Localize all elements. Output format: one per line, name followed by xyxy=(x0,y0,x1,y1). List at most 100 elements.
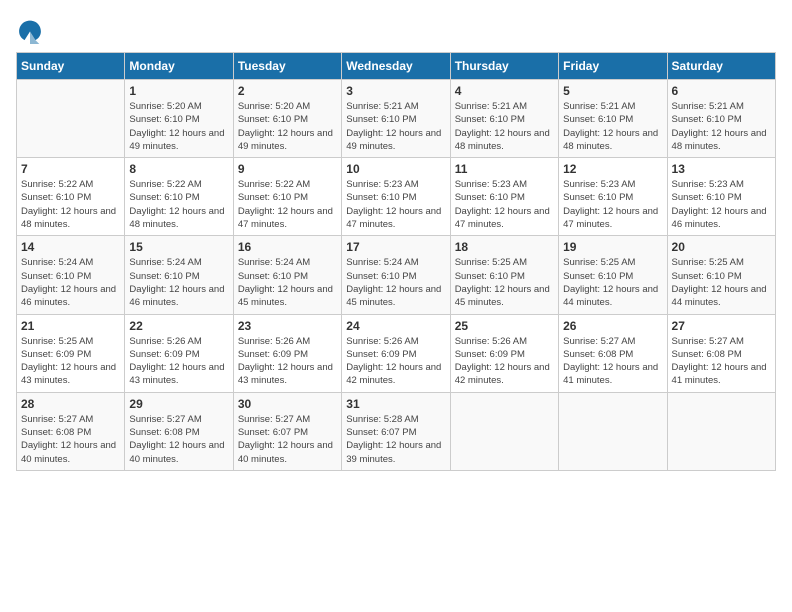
col-saturday: Saturday xyxy=(667,53,775,80)
calendar-cell: 3 Sunrise: 5:21 AM Sunset: 6:10 PM Daylig… xyxy=(342,80,450,158)
day-number: 12 xyxy=(563,162,662,176)
cell-info: Sunrise: 5:23 AM Sunset: 6:10 PM Dayligh… xyxy=(672,178,771,231)
calendar-table: Sunday Monday Tuesday Wednesday Thursday… xyxy=(16,52,776,471)
calendar-cell: 23 Sunrise: 5:26 AM Sunset: 6:09 PM Dayli… xyxy=(233,314,341,392)
cell-info: Sunrise: 5:21 AM Sunset: 6:10 PM Dayligh… xyxy=(346,100,445,153)
cell-info: Sunrise: 5:28 AM Sunset: 6:07 PM Dayligh… xyxy=(346,413,445,466)
calendar-cell: 14 Sunrise: 5:24 AM Sunset: 6:10 PM Dayli… xyxy=(17,236,125,314)
cell-info: Sunrise: 5:27 AM Sunset: 6:08 PM Dayligh… xyxy=(672,335,771,388)
calendar-row: 21 Sunrise: 5:25 AM Sunset: 6:09 PM Dayli… xyxy=(17,314,776,392)
cell-info: Sunrise: 5:25 AM Sunset: 6:09 PM Dayligh… xyxy=(21,335,120,388)
cell-info: Sunrise: 5:24 AM Sunset: 6:10 PM Dayligh… xyxy=(238,256,337,309)
calendar-cell: 21 Sunrise: 5:25 AM Sunset: 6:09 PM Dayli… xyxy=(17,314,125,392)
day-number: 24 xyxy=(346,319,445,333)
day-number: 15 xyxy=(129,240,228,254)
day-number: 25 xyxy=(455,319,554,333)
calendar-cell: 24 Sunrise: 5:26 AM Sunset: 6:09 PM Dayli… xyxy=(342,314,450,392)
day-number: 1 xyxy=(129,84,228,98)
calendar-cell: 13 Sunrise: 5:23 AM Sunset: 6:10 PM Dayli… xyxy=(667,158,775,236)
cell-info: Sunrise: 5:23 AM Sunset: 6:10 PM Dayligh… xyxy=(346,178,445,231)
calendar-cell: 30 Sunrise: 5:27 AM Sunset: 6:07 PM Dayli… xyxy=(233,392,341,470)
col-tuesday: Tuesday xyxy=(233,53,341,80)
calendar-cell xyxy=(667,392,775,470)
day-number: 19 xyxy=(563,240,662,254)
calendar-row: 7Sunrise: 5:22 AM Sunset: 6:10 PM Daylig… xyxy=(17,158,776,236)
calendar-cell: 2 Sunrise: 5:20 AM Sunset: 6:10 PM Daylig… xyxy=(233,80,341,158)
header-row: Sunday Monday Tuesday Wednesday Thursday… xyxy=(17,53,776,80)
calendar-cell: 9 Sunrise: 5:22 AM Sunset: 6:10 PM Daylig… xyxy=(233,158,341,236)
calendar-cell: 6 Sunrise: 5:21 AM Sunset: 6:10 PM Daylig… xyxy=(667,80,775,158)
cell-info: Sunrise: 5:22 AM Sunset: 6:10 PM Dayligh… xyxy=(129,178,228,231)
day-number: 14 xyxy=(21,240,120,254)
calendar-row: 14 Sunrise: 5:24 AM Sunset: 6:10 PM Dayli… xyxy=(17,236,776,314)
calendar-cell: 12 Sunrise: 5:23 AM Sunset: 6:10 PM Dayli… xyxy=(559,158,667,236)
cell-info: Sunrise: 5:26 AM Sunset: 6:09 PM Dayligh… xyxy=(238,335,337,388)
calendar-cell: 4 Sunrise: 5:21 AM Sunset: 6:10 PM Daylig… xyxy=(450,80,558,158)
calendar-row: 28Sunrise: 5:27 AM Sunset: 6:08 PM Dayli… xyxy=(17,392,776,470)
day-number: 30 xyxy=(238,397,337,411)
calendar-cell: 5 Sunrise: 5:21 AM Sunset: 6:10 PM Daylig… xyxy=(559,80,667,158)
day-number: 11 xyxy=(455,162,554,176)
cell-info: Sunrise: 5:22 AM Sunset: 6:10 PM Dayligh… xyxy=(238,178,337,231)
cell-info: Sunrise: 5:26 AM Sunset: 6:09 PM Dayligh… xyxy=(346,335,445,388)
day-number: 23 xyxy=(238,319,337,333)
cell-info: Sunrise: 5:21 AM Sunset: 6:10 PM Dayligh… xyxy=(563,100,662,153)
calendar-cell xyxy=(17,80,125,158)
col-wednesday: Wednesday xyxy=(342,53,450,80)
calendar-cell: 7Sunrise: 5:22 AM Sunset: 6:10 PM Daylig… xyxy=(17,158,125,236)
cell-info: Sunrise: 5:27 AM Sunset: 6:07 PM Dayligh… xyxy=(238,413,337,466)
col-thursday: Thursday xyxy=(450,53,558,80)
day-number: 29 xyxy=(129,397,228,411)
day-number: 20 xyxy=(672,240,771,254)
calendar-cell: 22Sunrise: 5:26 AM Sunset: 6:09 PM Dayli… xyxy=(125,314,233,392)
page-header xyxy=(16,16,776,44)
cell-info: Sunrise: 5:24 AM Sunset: 6:10 PM Dayligh… xyxy=(21,256,120,309)
logo-icon xyxy=(16,16,44,44)
day-number: 17 xyxy=(346,240,445,254)
cell-info: Sunrise: 5:21 AM Sunset: 6:10 PM Dayligh… xyxy=(672,100,771,153)
cell-info: Sunrise: 5:24 AM Sunset: 6:10 PM Dayligh… xyxy=(129,256,228,309)
cell-info: Sunrise: 5:26 AM Sunset: 6:09 PM Dayligh… xyxy=(455,335,554,388)
day-number: 10 xyxy=(346,162,445,176)
day-number: 31 xyxy=(346,397,445,411)
calendar-cell: 31 Sunrise: 5:28 AM Sunset: 6:07 PM Dayli… xyxy=(342,392,450,470)
day-number: 8 xyxy=(129,162,228,176)
cell-info: Sunrise: 5:27 AM Sunset: 6:08 PM Dayligh… xyxy=(21,413,120,466)
calendar-cell xyxy=(559,392,667,470)
day-number: 4 xyxy=(455,84,554,98)
cell-info: Sunrise: 5:20 AM Sunset: 6:10 PM Dayligh… xyxy=(129,100,228,153)
calendar-cell: 27Sunrise: 5:27 AM Sunset: 6:08 PM Dayli… xyxy=(667,314,775,392)
cell-info: Sunrise: 5:21 AM Sunset: 6:10 PM Dayligh… xyxy=(455,100,554,153)
day-number: 5 xyxy=(563,84,662,98)
cell-info: Sunrise: 5:23 AM Sunset: 6:10 PM Dayligh… xyxy=(563,178,662,231)
calendar-cell: 20Sunrise: 5:25 AM Sunset: 6:10 PM Dayli… xyxy=(667,236,775,314)
calendar-cell: 29 Sunrise: 5:27 AM Sunset: 6:08 PM Dayli… xyxy=(125,392,233,470)
day-number: 3 xyxy=(346,84,445,98)
calendar-cell xyxy=(450,392,558,470)
cell-info: Sunrise: 5:27 AM Sunset: 6:08 PM Dayligh… xyxy=(563,335,662,388)
day-number: 21 xyxy=(21,319,120,333)
calendar-row: 1 Sunrise: 5:20 AM Sunset: 6:10 PM Daylig… xyxy=(17,80,776,158)
day-number: 13 xyxy=(672,162,771,176)
day-number: 6 xyxy=(672,84,771,98)
calendar-cell: 15 Sunrise: 5:24 AM Sunset: 6:10 PM Dayli… xyxy=(125,236,233,314)
day-number: 18 xyxy=(455,240,554,254)
calendar-cell: 17Sunrise: 5:24 AM Sunset: 6:10 PM Dayli… xyxy=(342,236,450,314)
cell-info: Sunrise: 5:27 AM Sunset: 6:08 PM Dayligh… xyxy=(129,413,228,466)
calendar-cell: 8 Sunrise: 5:22 AM Sunset: 6:10 PM Daylig… xyxy=(125,158,233,236)
cell-info: Sunrise: 5:22 AM Sunset: 6:10 PM Dayligh… xyxy=(21,178,120,231)
day-number: 16 xyxy=(238,240,337,254)
calendar-cell: 28Sunrise: 5:27 AM Sunset: 6:08 PM Dayli… xyxy=(17,392,125,470)
day-number: 9 xyxy=(238,162,337,176)
calendar-cell: 16 Sunrise: 5:24 AM Sunset: 6:10 PM Dayli… xyxy=(233,236,341,314)
calendar-cell: 26 Sunrise: 5:27 AM Sunset: 6:08 PM Dayli… xyxy=(559,314,667,392)
cell-info: Sunrise: 5:26 AM Sunset: 6:09 PM Dayligh… xyxy=(129,335,228,388)
calendar-cell: 18 Sunrise: 5:25 AM Sunset: 6:10 PM Dayli… xyxy=(450,236,558,314)
cell-info: Sunrise: 5:25 AM Sunset: 6:10 PM Dayligh… xyxy=(455,256,554,309)
day-number: 2 xyxy=(238,84,337,98)
calendar-cell: 25 Sunrise: 5:26 AM Sunset: 6:09 PM Dayli… xyxy=(450,314,558,392)
col-friday: Friday xyxy=(559,53,667,80)
day-number: 26 xyxy=(563,319,662,333)
calendar-cell: 19Sunrise: 5:25 AM Sunset: 6:10 PM Dayli… xyxy=(559,236,667,314)
cell-info: Sunrise: 5:20 AM Sunset: 6:10 PM Dayligh… xyxy=(238,100,337,153)
